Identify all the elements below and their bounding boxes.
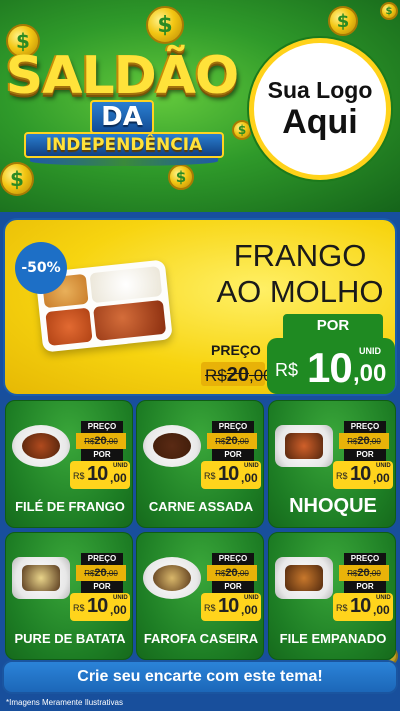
logo-text-line1: Sua Logo <box>267 77 373 103</box>
old-price: R$20,00 <box>76 433 126 449</box>
create-flyer-button[interactable]: Crie seu encarte com este tema! <box>4 662 396 692</box>
old-price: R$20,00 <box>207 433 257 449</box>
title-saldao: SALDÃO <box>5 46 239 106</box>
featured-por-label: POR <box>283 314 383 338</box>
product-name: PURE DE BATATA <box>14 631 126 646</box>
coin-icon: $ <box>146 6 184 44</box>
logo-text-line2: Aqui <box>282 103 358 141</box>
food-image <box>285 565 323 591</box>
food-image <box>22 433 60 459</box>
product-name: FILÉ DE FRANGO <box>15 499 125 514</box>
product-image <box>275 557 333 599</box>
product-name: CARNE ASSADA <box>148 499 254 514</box>
por-label: POR <box>81 581 123 593</box>
food-image <box>153 433 191 459</box>
product-card[interactable]: PREÇO R$20,00 POR R$ 10 UNID ,00 FILE EMPANADO <box>268 532 396 660</box>
discount-badge: -50% <box>15 242 67 294</box>
old-price: R$20,00 <box>339 433 389 449</box>
preco-label: PREÇO <box>212 421 254 433</box>
campaign-title: SALDÃO INDEPENDÊNCIA DA <box>4 46 240 176</box>
por-label: POR <box>344 581 386 593</box>
featured-section: -50% FRANGO AO MOLHO PREÇO R$20,00 POR R… <box>0 212 400 396</box>
title-da: DA <box>90 100 154 134</box>
product-card[interactable]: PREÇO R$20,00 POR R$ 10 UNID ,00 NHOQUE <box>268 400 396 528</box>
featured-offer-card[interactable]: -50% FRANGO AO MOLHO PREÇO R$20,00 POR R… <box>3 218 397 396</box>
product-price: R$ 10 UNID ,00 <box>333 593 393 621</box>
preco-label: PREÇO <box>81 553 123 565</box>
food-image <box>153 565 191 591</box>
title-independencia: INDEPENDÊNCIA <box>24 132 224 158</box>
food-image <box>22 565 60 591</box>
product-card[interactable]: PREÇO R$20,00 POR R$ 10 UNID ,00 FAROFA CASEIRA <box>136 532 264 660</box>
featured-old-price: PREÇO R$20,00 <box>201 342 273 388</box>
product-name: FILE EMPANADO <box>279 631 387 646</box>
product-price: R$ 10 UNID ,00 <box>201 593 261 621</box>
disclaimer-text: *Imagens Meramente Ilustrativas <box>6 698 123 707</box>
preco-label: PREÇO <box>81 421 123 433</box>
product-image <box>12 425 70 467</box>
preco-label: PREÇO <box>212 553 254 565</box>
product-card[interactable]: PREÇO R$20,00 POR R$ 10 UNID ,00 PURE DE BATATA <box>5 532 133 660</box>
por-label: POR <box>81 449 123 461</box>
product-image <box>143 425 201 467</box>
old-price: R$20,00 <box>207 565 257 581</box>
product-card[interactable]: PREÇO R$20,00 POR R$ 10 UNID ,00 FILÉ DE FRANGO <box>5 400 133 528</box>
product-image <box>275 425 333 467</box>
logo-placeholder[interactable]: Sua Logo Aqui <box>249 38 391 180</box>
product-image <box>143 557 201 599</box>
preco-label: PREÇO <box>344 553 386 565</box>
coin-icon: $ <box>328 6 358 36</box>
header-banner: $ $ $ $ $ $ $ SALDÃO INDEPENDÊNCIA DA Su… <box>0 0 400 212</box>
product-name: NHOQUE <box>289 495 377 517</box>
product-price: R$ 10 UNID ,00 <box>333 461 393 489</box>
old-price: R$20,00 <box>339 565 389 581</box>
product-name: FAROFA CASEIRA <box>143 631 259 646</box>
product-image <box>12 557 70 599</box>
featured-product-name: FRANGO AO MOLHO <box>216 238 384 309</box>
product-price: R$ 10 UNID ,00 <box>70 461 130 489</box>
coin-icon: $ <box>380 2 398 20</box>
featured-price: R$ 10 UNID ,00 <box>267 338 395 394</box>
por-label: POR <box>212 581 254 593</box>
product-price: R$ 10 UNID ,00 <box>201 461 261 489</box>
por-label: POR <box>212 449 254 461</box>
product-card[interactable]: PREÇO R$20,00 POR R$ 10 UNID ,00 CARNE ASSADA <box>136 400 264 528</box>
product-price: R$ 10 UNID ,00 <box>70 593 130 621</box>
old-price: R$20,00 <box>76 565 126 581</box>
por-label: POR <box>344 449 386 461</box>
preco-label: PREÇO <box>344 421 386 433</box>
food-image <box>285 433 323 459</box>
